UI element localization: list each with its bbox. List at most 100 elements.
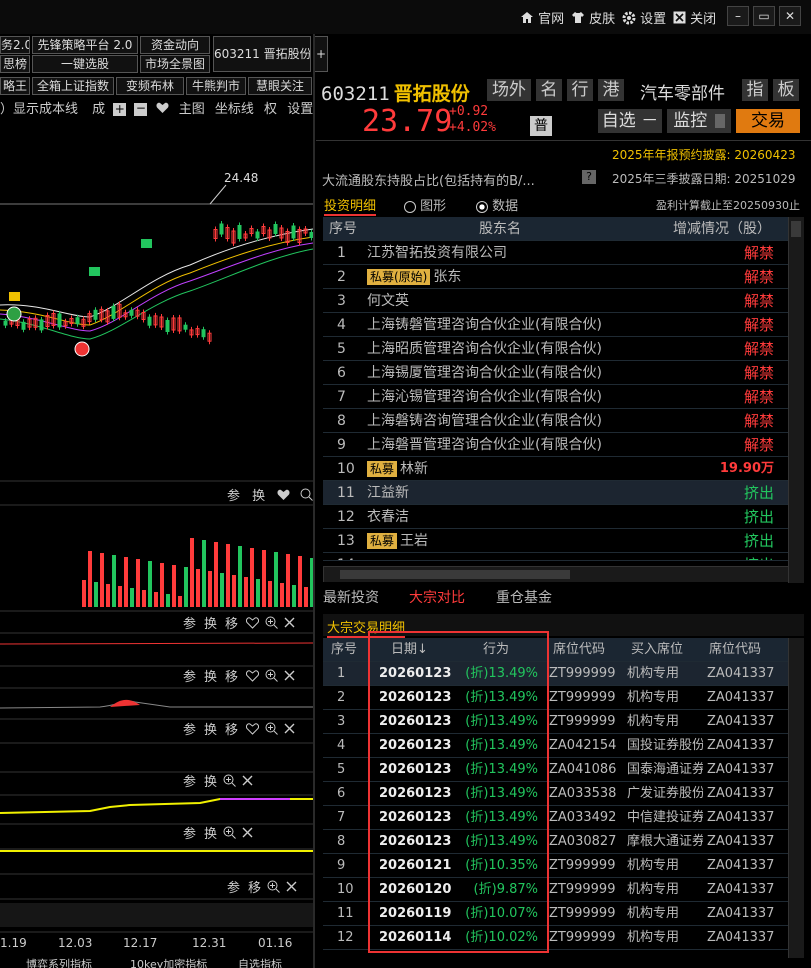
- quick-stock-pick-button[interactable]: 一键选股: [32, 55, 138, 73]
- close-icon[interactable]: [286, 881, 297, 896]
- buyer-seat[interactable]: 摩根大通证券: [627, 830, 703, 854]
- panel-tool-button[interactable]: 移: [225, 617, 238, 632]
- holder-name[interactable]: 王岩: [400, 533, 428, 549]
- indicator-tab[interactable]: 10key加密指标: [130, 956, 207, 968]
- toolbar-item[interactable]: 思榜: [0, 55, 30, 73]
- zoom-in-icon[interactable]: [265, 616, 278, 633]
- panel-tool-button[interactable]: 移: [225, 723, 238, 738]
- tab-heavy-funds[interactable]: 重仓基金: [496, 587, 552, 607]
- heart-icon[interactable]: [246, 722, 260, 739]
- buyer-seat[interactable]: 机构专用: [627, 710, 703, 734]
- toolbar-item[interactable]: 务2.0: [0, 36, 30, 54]
- chart-settings-menu[interactable]: 设置: [287, 102, 313, 117]
- panel-tool-button[interactable]: 换: [204, 775, 217, 790]
- holder-row[interactable]: 12 衣春洁 挤出: [323, 505, 804, 529]
- axis-line-menu[interactable]: 坐标线: [215, 102, 254, 117]
- official-site-button[interactable]: 官网: [520, 8, 564, 27]
- zoom-in-icon[interactable]: [265, 669, 278, 686]
- buyer-seat[interactable]: 机构专用: [627, 902, 703, 926]
- add-watchlist-button[interactable]: 自选 －: [598, 109, 662, 133]
- close-button[interactable]: 关闭: [673, 8, 716, 27]
- tab-investment-detail[interactable]: 投资明细: [324, 195, 377, 216]
- holder-name[interactable]: 林新: [400, 461, 428, 477]
- zoom-in-icon[interactable]: [223, 826, 236, 843]
- buyer-seat[interactable]: 机构专用: [627, 878, 703, 902]
- holder-row[interactable]: 9 上海磐晋管理咨询合伙企业(有限合伙) 解禁: [323, 433, 804, 457]
- block-trade-row[interactable]: 7 20260123 (折)13.49% ZA033492 中信建投证券 ZA041337: [323, 806, 804, 830]
- heart-icon[interactable]: [277, 489, 290, 505]
- buyer-seat[interactable]: 机构专用: [627, 686, 703, 710]
- holder-name[interactable]: 上海磐铸咨询管理合伙企业(有限合伙): [367, 413, 602, 429]
- block-trade-row[interactable]: 5 20260123 (折)13.49% ZA041086 国泰海通证券 ZA041337: [323, 758, 804, 782]
- block-trade-row[interactable]: 8 20260123 (折)13.49% ZA030827 摩根大通证券 ZA041337: [323, 830, 804, 854]
- buyer-seat[interactable]: 国泰海通证券: [627, 758, 703, 782]
- add-tab-button[interactable]: +: [314, 36, 328, 72]
- kline-chart[interactable]: [0, 117, 313, 968]
- close-icon[interactable]: [284, 723, 295, 738]
- panel-tool-button[interactable]: 参: [183, 670, 196, 685]
- panel-divider[interactable]: [313, 34, 315, 968]
- holders-hscrollbar[interactable]: [323, 566, 788, 582]
- restore-button[interactable]: ▭: [753, 6, 775, 26]
- block-trade-row[interactable]: 4 20260123 (折)13.49% ZA042154 国投证券股份 ZA041337: [323, 734, 804, 758]
- tab-latest-investment[interactable]: 最新投资: [323, 587, 379, 607]
- holder-row[interactable]: 14 挤出: [323, 553, 804, 561]
- buyer-seat[interactable]: 中信建投证券: [627, 806, 703, 830]
- holder-row[interactable]: 3 何文英 解禁: [323, 289, 804, 313]
- buyer-seat[interactable]: 广发证券股份: [627, 782, 703, 806]
- trade-button[interactable]: 交易: [736, 109, 800, 133]
- buyer-seat[interactable]: 机构专用: [627, 926, 703, 950]
- block-trade-row[interactable]: 1 20260123 (折)13.49% ZT999999 机构专用 ZA041337: [323, 662, 804, 686]
- holder-row[interactable]: 11 江益新 挤出: [323, 481, 804, 505]
- indicator-tab[interactable]: 自选指标: [238, 956, 282, 968]
- holder-name[interactable]: 上海昭质管理咨询合伙企业(有限合伙): [367, 341, 602, 357]
- param-button[interactable]: 参: [227, 489, 240, 504]
- option-data[interactable]: 数据: [476, 195, 518, 214]
- indicator-tab[interactable]: 博弈系列指标: [26, 956, 92, 968]
- block-scrollbar[interactable]: [788, 638, 804, 958]
- close-icon[interactable]: [242, 775, 253, 790]
- cost-label[interactable]: 成: [92, 102, 105, 117]
- window-close-button[interactable]: ✕: [779, 6, 801, 26]
- holders-scrollbar[interactable]: [788, 217, 804, 583]
- panel-tool-button[interactable]: 移: [225, 670, 238, 685]
- holder-row[interactable]: 7 上海沁锡管理咨询合伙企业(有限合伙) 解禁: [323, 385, 804, 409]
- buyer-seat[interactable]: 国投证券股份: [627, 734, 703, 758]
- panel-tool-button[interactable]: 参: [183, 775, 196, 790]
- settings-button[interactable]: 设置: [622, 8, 666, 27]
- panel-tool-button[interactable]: 换: [204, 723, 217, 738]
- industry-label[interactable]: 汽车零部件: [640, 79, 725, 104]
- indicator-tab[interactable]: 牛熊判市: [186, 77, 246, 95]
- buyer-seat[interactable]: 机构专用: [627, 854, 703, 878]
- heart-icon[interactable]: [156, 102, 169, 118]
- panel-tool-button[interactable]: 参: [183, 827, 196, 842]
- block-trade-row[interactable]: 12 20260114 (折)10.02% ZT999999 机构专用 ZA041337: [323, 926, 804, 950]
- zoom-in-icon[interactable]: [267, 880, 280, 897]
- market-overview-button[interactable]: 市场全景图: [140, 55, 210, 73]
- panel-tool-button[interactable]: 换: [204, 617, 217, 632]
- switch-button[interactable]: 换: [252, 489, 265, 504]
- skin-button[interactable]: 皮肤: [571, 8, 615, 27]
- holder-row[interactable]: 1 江苏智拓投资有限公司 解禁: [323, 241, 804, 265]
- indicator-tab[interactable]: 全箱上证指数: [32, 77, 114, 95]
- holder-name[interactable]: 何文英: [367, 293, 409, 309]
- indicator-tab[interactable]: 略王: [0, 77, 30, 95]
- tag-index[interactable]: 指: [742, 79, 768, 101]
- close-icon[interactable]: [284, 670, 295, 685]
- rights-adjust-menu[interactable]: 权: [264, 102, 277, 117]
- holder-name[interactable]: 上海沁锡管理咨询合伙企业(有限合伙): [367, 389, 602, 405]
- block-trade-row[interactable]: 10 20260120 (折)9.87% ZT999999 机构专用 ZA041337: [323, 878, 804, 902]
- stock-tab[interactable]: 603211 晋拓股份: [213, 36, 311, 72]
- tab-block-compare[interactable]: 大宗对比: [409, 587, 465, 607]
- close-icon[interactable]: [284, 617, 295, 632]
- tag-hk[interactable]: 港: [598, 79, 624, 101]
- zoom-icon[interactable]: [300, 488, 314, 505]
- block-trade-row[interactable]: 9 20260121 (折)10.35% ZT999999 机构专用 ZA041337: [323, 854, 804, 878]
- fund-flow-button[interactable]: 资金动向: [140, 36, 210, 54]
- panel-tool-button[interactable]: 参: [183, 723, 196, 738]
- holder-name[interactable]: 衣春洁: [367, 509, 409, 525]
- option-graph[interactable]: 图形: [404, 195, 446, 214]
- close-icon[interactable]: [242, 827, 253, 842]
- main-chart-menu[interactable]: 主图: [179, 102, 205, 117]
- minimize-button[interactable]: –: [727, 6, 749, 26]
